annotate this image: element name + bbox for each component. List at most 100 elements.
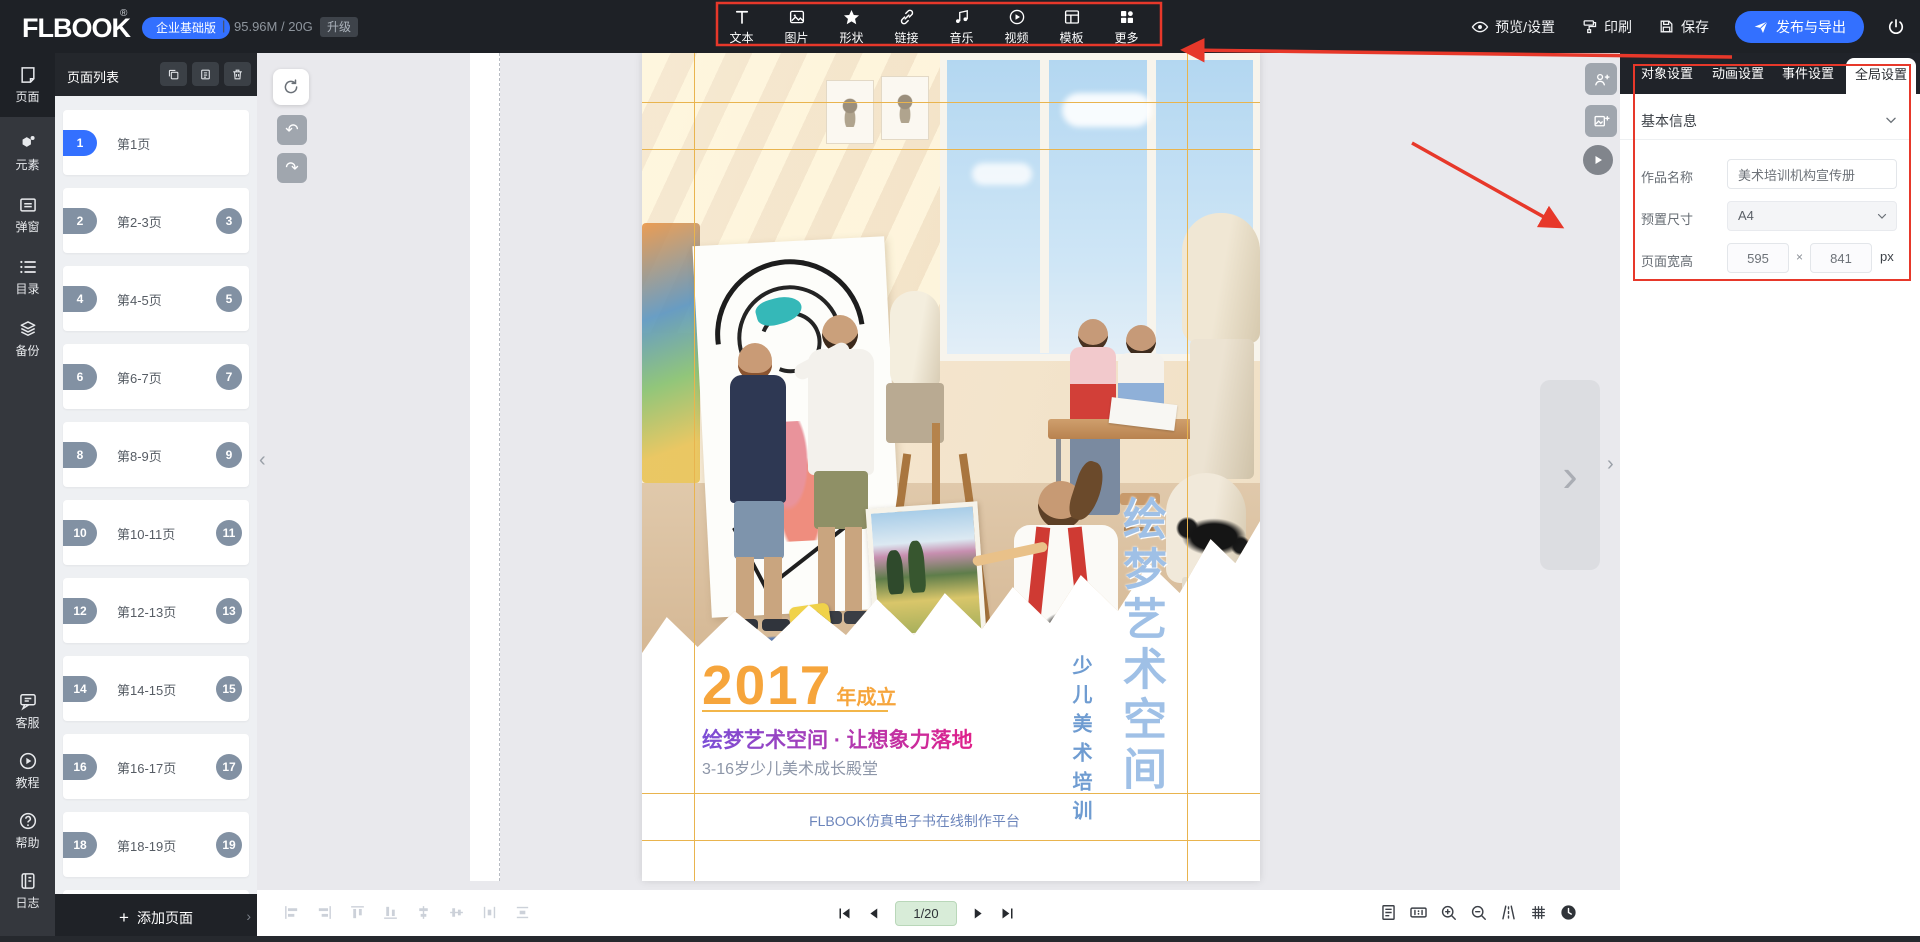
- first-page-button[interactable]: [837, 906, 852, 921]
- tool-image[interactable]: 图片: [769, 0, 824, 53]
- sidebar-item-tutorial[interactable]: 教程: [0, 739, 55, 803]
- preview-settings-button[interactable]: 预览/设置: [1471, 17, 1555, 37]
- tool-music[interactable]: 音乐: [934, 0, 989, 53]
- grid-icon[interactable]: [1529, 903, 1548, 922]
- align-center-horizontal-icon[interactable]: [448, 904, 465, 921]
- page-row-12-13[interactable]: 12 第12-13页 13: [63, 578, 249, 643]
- bottom-edge-strip: [0, 936, 1920, 942]
- sidebar-item-support[interactable]: 客服: [0, 679, 55, 743]
- preset-size-select[interactable]: A4: [1727, 201, 1897, 231]
- next-page-button[interactable]: [971, 906, 986, 921]
- template-icon: [1063, 7, 1081, 27]
- photo-shape: [890, 291, 940, 387]
- save-button[interactable]: 保存: [1658, 17, 1709, 37]
- last-page-button[interactable]: [1000, 906, 1015, 921]
- work-name-input[interactable]: [1727, 159, 1897, 189]
- distribute-vertical-icon[interactable]: [514, 904, 531, 921]
- collapse-right-panel-handle[interactable]: ›: [1607, 453, 1614, 476]
- align-right-icon[interactable]: [316, 904, 333, 921]
- actual-size-icon[interactable]: [1409, 903, 1428, 922]
- align-left-icon[interactable]: [283, 904, 300, 921]
- page-row-label: 第1页: [117, 134, 150, 153]
- page-row-18-19[interactable]: 18 第18-19页 19: [63, 812, 249, 877]
- tool-more[interactable]: 更多: [1099, 0, 1154, 53]
- duplicate-page-button[interactable]: [192, 62, 219, 86]
- page-row-4-5[interactable]: 4 第4-5页 5: [63, 266, 249, 331]
- single-page-view-icon[interactable]: [1379, 903, 1398, 922]
- page-number-badge: 12: [63, 598, 97, 624]
- cover-vertical-title[interactable]: 绘梦艺术空间: [1108, 496, 1172, 796]
- page-size-label: 页面宽高: [1641, 251, 1693, 270]
- next-page-flip-control[interactable]: ›: [1540, 380, 1600, 570]
- sidebar-item-popup[interactable]: 弹窗: [0, 183, 55, 247]
- tool-template[interactable]: 模板: [1044, 0, 1099, 53]
- page-row-16-17[interactable]: 16 第16-17页 17: [63, 734, 249, 799]
- tool-video[interactable]: 视频: [989, 0, 1044, 53]
- cover-year-underline: [702, 710, 888, 712]
- zoom-in-icon[interactable]: [1439, 903, 1458, 922]
- power-exit-icon[interactable]: [1886, 17, 1906, 37]
- page-width-input[interactable]: [1727, 243, 1789, 273]
- undo-button[interactable]: ↶: [277, 115, 307, 145]
- insert-toolbar: 文本 图片 形状 链接 音乐 视频 模板 更多: [714, 0, 1154, 53]
- plus-icon: +: [119, 908, 129, 928]
- tab-event-settings[interactable]: 事件设置: [1782, 53, 1834, 94]
- prev-page-button[interactable]: [866, 906, 881, 921]
- paper-plane-icon: [1753, 19, 1769, 35]
- text-icon: [733, 7, 751, 27]
- history-refresh-button[interactable]: [273, 69, 309, 105]
- cover-page[interactable]: 绘梦艺术空间 少儿美术培训 2017年成立 绘梦艺术空间 · 让想象力落地 3-…: [642, 53, 1260, 881]
- cover-vertical-subtitle[interactable]: 少儿美术培训: [1066, 655, 1095, 829]
- tab-global-settings[interactable]: 全局设置: [1846, 58, 1916, 94]
- delete-page-button[interactable]: [224, 62, 251, 86]
- copy-page-button[interactable]: [160, 62, 187, 86]
- add-page-button[interactable]: + 添加页面 ›: [55, 894, 257, 942]
- sidebar-item-elements[interactable]: 元素: [0, 121, 55, 185]
- sidebar-item-log[interactable]: 日志: [0, 859, 55, 923]
- print-button[interactable]: 印刷: [1581, 17, 1632, 37]
- publish-export-button[interactable]: 发布与导出: [1735, 11, 1864, 43]
- page-row-2-3[interactable]: 2 第2-3页 3: [63, 188, 249, 253]
- tab-object-settings[interactable]: 对象设置: [1641, 53, 1693, 94]
- sidebar-item-help[interactable]: 帮助: [0, 799, 55, 863]
- upgrade-button[interactable]: 升级: [320, 17, 358, 37]
- add-member-button[interactable]: [1585, 63, 1617, 95]
- tool-text[interactable]: 文本: [714, 0, 769, 53]
- distribute-horizontal-icon[interactable]: [481, 904, 498, 921]
- sidebar-item-pages[interactable]: 页面: [0, 53, 55, 117]
- history-clock-icon[interactable]: [1559, 903, 1578, 922]
- sidebar-item-backup[interactable]: 备份: [0, 307, 55, 371]
- page-indicator[interactable]: 1/20: [895, 901, 957, 926]
- collapse-left-panel-handle[interactable]: ‹: [259, 449, 266, 472]
- cover-year-block[interactable]: 2017年成立: [702, 653, 896, 717]
- play-preview-button[interactable]: [1583, 145, 1613, 175]
- page-row-14-15[interactable]: 14 第14-15页 15: [63, 656, 249, 721]
- guides-icon[interactable]: [1499, 903, 1518, 922]
- redo-button[interactable]: ↷: [277, 153, 307, 183]
- sidebar-item-toc[interactable]: 目录: [0, 245, 55, 309]
- page-row-10-11[interactable]: 10 第10-11页 11: [63, 500, 249, 565]
- zoom-out-icon[interactable]: [1469, 903, 1488, 922]
- cover-footer-text[interactable]: FLBOOK仿真电子书在线制作平台: [642, 811, 1187, 831]
- align-center-vertical-icon[interactable]: [415, 904, 432, 921]
- chevron-down-icon[interactable]: [1884, 113, 1898, 127]
- tool-link[interactable]: 链接: [879, 0, 934, 53]
- layers-icon: [18, 319, 38, 339]
- tool-shape[interactable]: 形状: [824, 0, 879, 53]
- plan-badge[interactable]: 企业基础版: [142, 17, 230, 39]
- page-row-6-7[interactable]: 6 第6-7页 7: [63, 344, 249, 409]
- align-bottom-icon[interactable]: [382, 904, 399, 921]
- page-row-1[interactable]: 1 第1页: [63, 110, 249, 175]
- collapse-panel-chevron[interactable]: ›: [246, 908, 251, 924]
- cover-tagline[interactable]: 3-16岁少儿美术成长殿堂: [702, 755, 878, 779]
- add-image-note-button[interactable]: [1585, 105, 1617, 137]
- photo-shape: [1062, 93, 1152, 127]
- photo-shape: [1147, 53, 1156, 353]
- page-row-8-9[interactable]: 8 第8-9页 9: [63, 422, 249, 487]
- editor-canvas[interactable]: 绘梦艺术空间 少儿美术培训 2017年成立 绘梦艺术空间 · 让想象力落地 3-…: [257, 53, 1620, 890]
- cover-slogan[interactable]: 绘梦艺术空间 · 让想象力落地: [702, 724, 973, 754]
- tab-animation-settings[interactable]: 动画设置: [1712, 53, 1764, 94]
- align-top-icon[interactable]: [349, 904, 366, 921]
- page-height-input[interactable]: [1810, 243, 1872, 273]
- chevron-down-icon: [1876, 210, 1888, 222]
